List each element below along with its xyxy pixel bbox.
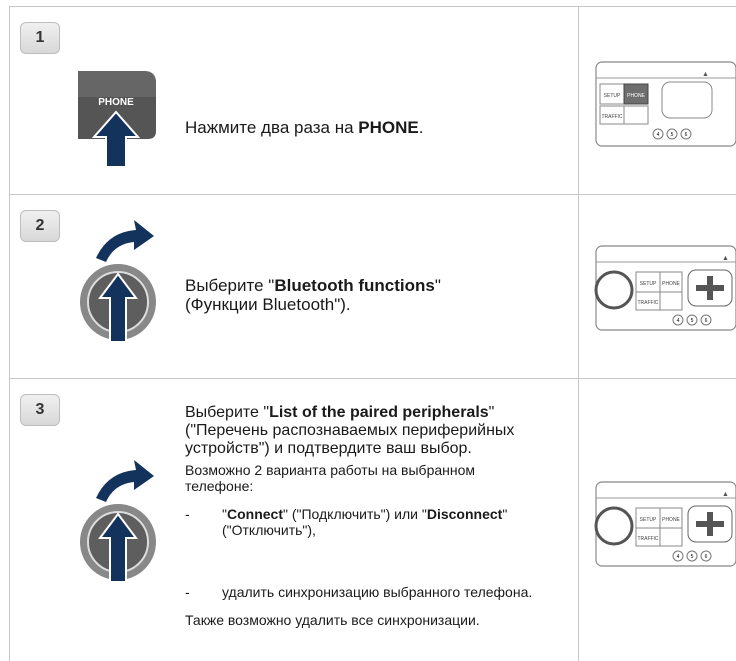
grid-top — [9, 6, 736, 7]
svg-text:▲: ▲ — [722, 255, 729, 262]
svg-text:4: 4 — [677, 554, 680, 560]
step-3-badge: 3 — [20, 394, 60, 426]
phone-button-label: PHONE — [98, 97, 134, 108]
grid-row2-bottom — [9, 378, 736, 379]
step-1-badge: 1 — [20, 22, 60, 54]
svg-text:SETUP: SETUP — [640, 517, 657, 523]
svg-text:▲: ▲ — [702, 71, 709, 78]
svg-text:SETUP: SETUP — [640, 281, 657, 287]
radio-panel-knob-highlighted: SETUP PHONE TRAFFIC ▲ 4 5 6 — [594, 245, 736, 331]
step-3-text: Выберите "List of the paired peripherals… — [185, 404, 515, 457]
svg-text:6: 6 — [705, 554, 708, 560]
svg-text:6: 6 — [705, 318, 708, 324]
radio-panel-phone-highlighted: SETUP PHONE TRAFFIC ▲ 4 5 6 — [595, 61, 736, 147]
svg-text:4: 4 — [677, 318, 680, 324]
svg-text:5: 5 — [691, 554, 694, 560]
step-1-text: Нажмите два раза на PHONE. — [185, 118, 424, 137]
grid-vertical-left — [9, 6, 10, 661]
svg-text:PHONE: PHONE — [662, 281, 680, 287]
svg-text:PHONE: PHONE — [627, 93, 645, 99]
phone-button-icon: PHONE — [78, 71, 156, 168]
grid-vertical-right — [578, 6, 579, 661]
step-2-text: Выберите "Bluetooth functions" (Функции … — [185, 276, 441, 314]
svg-text:PHONE: PHONE — [662, 517, 680, 523]
bullet-connect-disconnect: "Connect" ("Подключить") или "Disconnect… — [222, 506, 508, 538]
step-2-badge: 2 — [20, 210, 60, 242]
svg-text:5: 5 — [671, 132, 674, 138]
step-3-options-intro: Возможно 2 варианта работы на выбранном … — [185, 462, 476, 494]
bullet-delete-sync: удалить синхронизацию выбранного телефон… — [222, 584, 533, 600]
grid-row1-bottom — [9, 194, 736, 195]
svg-text:TRAFFIC: TRAFFIC — [637, 300, 658, 306]
svg-text:4: 4 — [657, 132, 660, 138]
svg-text:TRAFFIC: TRAFFIC — [637, 536, 658, 542]
svg-text:5: 5 — [691, 318, 694, 324]
rotary-knob-icon — [80, 460, 156, 583]
svg-text:▲: ▲ — [722, 491, 729, 498]
svg-text:SETUP: SETUP — [604, 93, 621, 99]
rotary-knob-icon — [80, 220, 156, 343]
radio-panel-knob-highlighted: SETUP PHONE TRAFFIC ▲ 4 5 6 — [594, 481, 736, 567]
bullet-dash-2: - — [185, 584, 190, 600]
step-3-footer: Также возможно удалить все синхронизации… — [185, 612, 480, 628]
svg-text:6: 6 — [685, 132, 688, 138]
bullet-dash-1: - — [185, 506, 190, 522]
svg-text:TRAFFIC: TRAFFIC — [601, 114, 622, 120]
